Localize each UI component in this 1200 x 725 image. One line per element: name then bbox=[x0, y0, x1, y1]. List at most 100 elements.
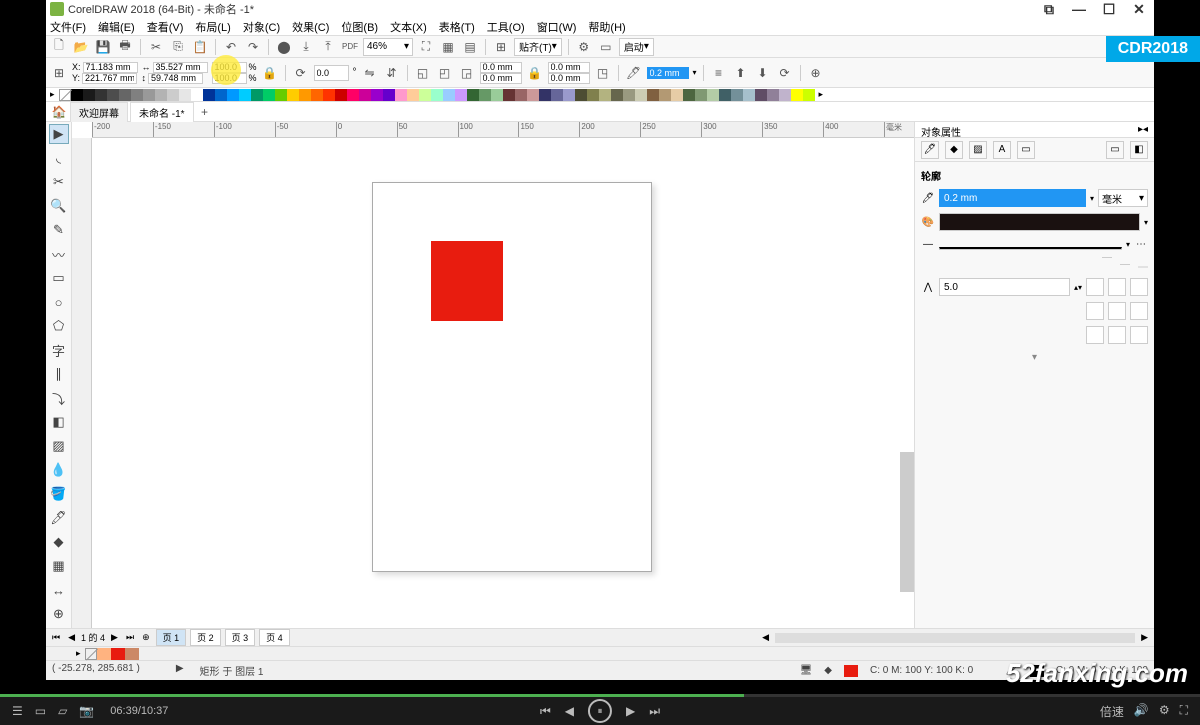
artistic-tool-icon[interactable]: 〰 bbox=[49, 244, 69, 264]
polygon-tool-icon[interactable]: ⬠ bbox=[49, 316, 69, 336]
freehand-tool-icon[interactable]: ✎ bbox=[49, 220, 69, 240]
eyedropper-tool-icon[interactable]: 💧 bbox=[49, 460, 69, 480]
btn-popout[interactable]: ⧉ bbox=[1038, 1, 1060, 18]
print-icon[interactable]: 🖶 bbox=[116, 38, 134, 56]
dropshadow-tool-icon[interactable]: ◧ bbox=[49, 412, 69, 432]
docker-tab-frame-icon[interactable]: ▭ bbox=[1017, 141, 1035, 159]
color-swatch[interactable] bbox=[251, 89, 263, 101]
video-pause-button[interactable]: ⏸ bbox=[588, 699, 612, 723]
docker-miter-input[interactable] bbox=[939, 278, 1070, 296]
scrollbar-horizontal[interactable] bbox=[775, 633, 1135, 643]
rotation-input[interactable] bbox=[314, 65, 349, 81]
color-swatch[interactable] bbox=[527, 89, 539, 101]
maximize-button[interactable]: ☐ bbox=[1098, 1, 1120, 18]
tab-document[interactable]: 未命名 -1* bbox=[130, 102, 194, 122]
color-swatch[interactable] bbox=[335, 89, 347, 101]
color-swatch[interactable] bbox=[659, 89, 671, 101]
cap2-icon[interactable] bbox=[1108, 302, 1126, 320]
page-tab-1[interactable]: 页 1 bbox=[156, 629, 187, 646]
color-swatch[interactable] bbox=[779, 89, 791, 101]
docker-view2-icon[interactable]: ◧ bbox=[1130, 141, 1148, 159]
color-swatch[interactable] bbox=[791, 89, 803, 101]
menu-view[interactable]: 查看(V) bbox=[147, 19, 184, 35]
color-swatch[interactable] bbox=[767, 89, 779, 101]
docker-unit-dropdown[interactable]: 毫米▾ bbox=[1098, 189, 1148, 207]
color-swatch[interactable] bbox=[383, 89, 395, 101]
width-input[interactable] bbox=[153, 62, 208, 73]
convert-curves-icon[interactable]: ⟳ bbox=[776, 64, 794, 82]
menu-help[interactable]: 帮助(H) bbox=[588, 19, 625, 35]
color-swatch[interactable] bbox=[455, 89, 467, 101]
scale-x-input[interactable] bbox=[212, 62, 247, 73]
no-fill-swatch[interactable] bbox=[59, 89, 71, 101]
corner-chamfer-icon[interactable]: ◲ bbox=[458, 64, 476, 82]
corner-round-icon[interactable]: ◱ bbox=[414, 64, 432, 82]
video-settings-icon[interactable]: ⚙ bbox=[1159, 703, 1170, 720]
color-swatch[interactable] bbox=[275, 89, 287, 101]
dimension-tool-icon[interactable]: ↔ bbox=[49, 580, 69, 600]
save-icon[interactable]: 💾 bbox=[94, 38, 112, 56]
color-swatch[interactable] bbox=[299, 89, 311, 101]
copy-icon[interactable]: ⎘ bbox=[169, 38, 187, 56]
canvas[interactable]: -200-150-100-50050100150200250300350400毫… bbox=[72, 122, 914, 628]
doc-nofill-swatch[interactable] bbox=[85, 648, 97, 660]
color-swatch[interactable] bbox=[563, 89, 575, 101]
search-icon[interactable]: ⬤ bbox=[275, 38, 293, 56]
color-swatch[interactable] bbox=[515, 89, 527, 101]
cap3-icon[interactable] bbox=[1130, 302, 1148, 320]
color-swatch[interactable] bbox=[155, 89, 167, 101]
color-swatch[interactable] bbox=[191, 89, 203, 101]
corner-tr-input[interactable] bbox=[548, 62, 590, 73]
menu-layout[interactable]: 布局(L) bbox=[195, 19, 230, 35]
dash3-icon[interactable]: ⎽ bbox=[1138, 257, 1148, 268]
tab-welcome[interactable]: 欢迎屏幕 bbox=[70, 102, 128, 122]
color-swatch[interactable] bbox=[359, 89, 371, 101]
zoom-tool-icon[interactable]: 🔍 bbox=[49, 196, 69, 216]
status-proof-icon[interactable]: 🖥 bbox=[800, 665, 813, 676]
menu-edit[interactable]: 编辑(E) bbox=[98, 19, 135, 35]
color-swatch[interactable] bbox=[323, 89, 335, 101]
video-forward-icon[interactable]: ▶ bbox=[626, 704, 635, 718]
color-swatch[interactable] bbox=[587, 89, 599, 101]
dash2-icon[interactable]: ⎼ bbox=[1120, 257, 1130, 268]
page-add-icon[interactable]: ⊕ bbox=[140, 632, 152, 643]
color-swatch[interactable] bbox=[407, 89, 419, 101]
layout-icon[interactable]: ▭ bbox=[597, 38, 615, 56]
docker-tab-transparency-icon[interactable]: ▨ bbox=[969, 141, 987, 159]
mirror-h-icon[interactable]: ⇋ bbox=[361, 64, 379, 82]
height-input[interactable] bbox=[148, 73, 203, 84]
color-swatch[interactable] bbox=[719, 89, 731, 101]
pdf-icon[interactable]: PDF bbox=[341, 38, 359, 56]
add-tool-icon[interactable]: ⊕ bbox=[49, 604, 69, 624]
color-swatch[interactable] bbox=[479, 89, 491, 101]
undo-icon[interactable]: ↶ bbox=[222, 38, 240, 56]
fullscreen-icon[interactable]: ⛶ bbox=[417, 38, 435, 56]
color-swatch[interactable] bbox=[491, 89, 503, 101]
object-origin-icon[interactable]: ⊞ bbox=[50, 64, 68, 82]
page-prev-icon[interactable]: ◀ bbox=[66, 632, 77, 643]
color-swatch[interactable] bbox=[371, 89, 383, 101]
import-icon[interactable]: ⤓ bbox=[297, 38, 315, 56]
hscroll-right-icon[interactable]: ▶ bbox=[1139, 632, 1150, 643]
video-prev-icon[interactable]: ⏮ bbox=[540, 704, 551, 719]
color-swatch[interactable] bbox=[551, 89, 563, 101]
rel-corner-icon[interactable]: ◳ bbox=[594, 64, 612, 82]
open-icon[interactable]: 📂 bbox=[72, 38, 90, 56]
lock-ratio-icon[interactable]: 🔒 bbox=[261, 64, 279, 82]
video-loop-icon[interactable]: ▭ bbox=[35, 704, 46, 718]
corner-tl-input[interactable] bbox=[480, 62, 522, 73]
color-swatch[interactable] bbox=[143, 89, 155, 101]
corner1-icon[interactable] bbox=[1086, 278, 1104, 296]
color-swatch[interactable] bbox=[755, 89, 767, 101]
minimize-button[interactable]: — bbox=[1068, 1, 1090, 18]
docker-width-input[interactable] bbox=[939, 189, 1086, 207]
corner-scallop-icon[interactable]: ◰ bbox=[436, 64, 454, 82]
table-tool-icon[interactable]: ▦ bbox=[49, 556, 69, 576]
color-swatch[interactable] bbox=[611, 89, 623, 101]
rectangle-tool-icon[interactable]: ▭ bbox=[49, 268, 69, 288]
paste-icon[interactable]: 📋 bbox=[191, 38, 209, 56]
align-icon[interactable]: ⊞ bbox=[492, 38, 510, 56]
color-swatch[interactable] bbox=[419, 89, 431, 101]
color-swatch[interactable] bbox=[347, 89, 359, 101]
shape-tool-icon[interactable]: ◟ bbox=[49, 148, 69, 168]
